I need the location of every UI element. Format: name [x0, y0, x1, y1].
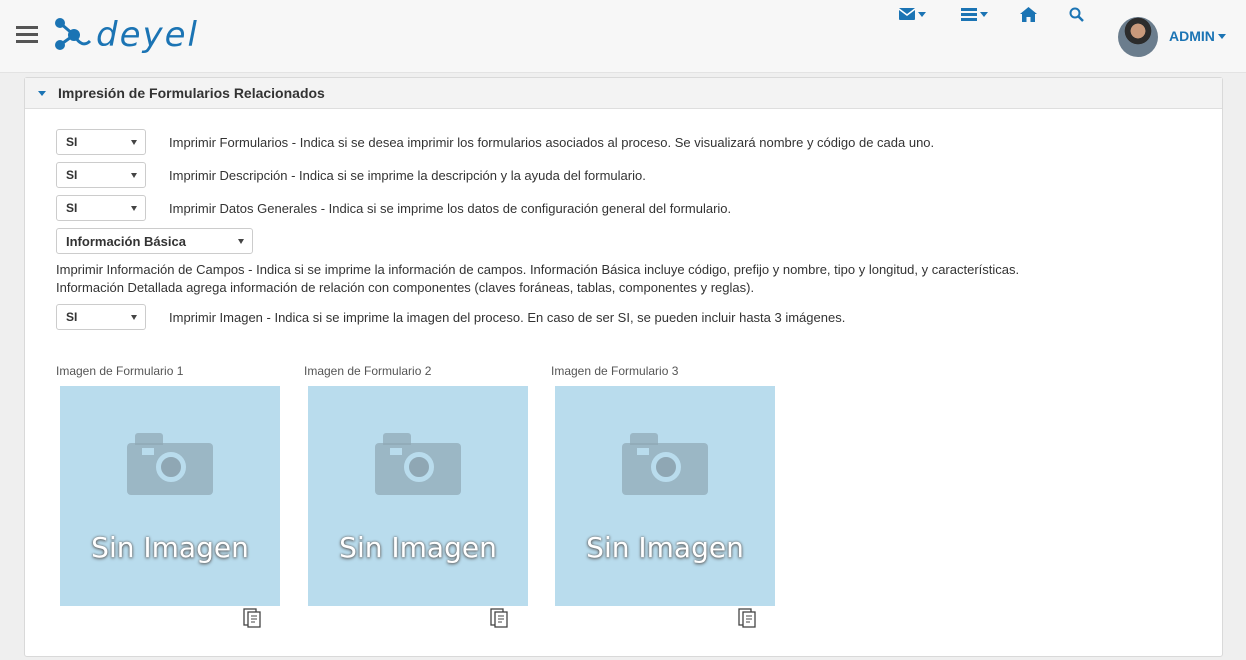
image-upload-3[interactable]: Sin Imagen: [555, 386, 775, 606]
print-fields-select[interactable]: Información Básica: [56, 228, 253, 254]
mail-icon: [899, 8, 915, 20]
print-general-data-select[interactable]: SI: [56, 195, 146, 221]
panel-title: Impresión de Formularios Relacionados: [58, 85, 325, 101]
camera-flash: [142, 448, 154, 455]
attach-icon[interactable]: [736, 607, 758, 629]
camera-flash: [637, 448, 649, 455]
camera-lens: [156, 452, 186, 482]
logo[interactable]: deyel: [52, 12, 199, 58]
list-menu[interactable]: [961, 0, 988, 28]
home-icon: [1020, 6, 1037, 22]
option-row-forms: SI Imprimir Formularios - Indica si se d…: [56, 129, 934, 155]
chevron-down-icon: [980, 11, 988, 17]
print-related-forms-panel: Impresión de Formularios Relacionados SI…: [24, 77, 1223, 657]
home-button[interactable]: [1020, 0, 1037, 28]
attach-icon[interactable]: [488, 607, 510, 629]
menu-icon[interactable]: [16, 26, 38, 44]
search-button[interactable]: [1069, 0, 1084, 28]
user-name: ADMIN: [1169, 28, 1215, 44]
option-row-description: SI Imprimir Descripción - Indica si se i…: [56, 162, 646, 188]
select-value: SI: [66, 168, 78, 182]
image-upload-1[interactable]: Sin Imagen: [60, 386, 280, 606]
camera-flash: [390, 448, 402, 455]
dropdown-arrow-icon: [131, 140, 137, 145]
dropdown-arrow-icon: [131, 206, 137, 211]
collapse-icon: [38, 90, 46, 96]
image-label-1: Imagen de Formulario 1: [56, 364, 184, 378]
chevron-down-icon: [1217, 33, 1226, 39]
select-value: SI: [66, 201, 78, 215]
image-label-2: Imagen de Formulario 2: [304, 364, 432, 378]
no-image-text: Sin Imagen: [586, 531, 744, 564]
search-icon: [1069, 7, 1084, 22]
option-description: Imprimir Descripción - Indica si se impr…: [169, 167, 646, 183]
attach-icon[interactable]: [241, 607, 263, 629]
fields-description-line-2: Información Detallada agrega información…: [56, 280, 755, 295]
top-bar: deyel ADMIN: [0, 0, 1246, 73]
dropdown-arrow-icon: [238, 239, 244, 244]
no-image-text: Sin Imagen: [339, 531, 497, 564]
print-description-select[interactable]: SI: [56, 162, 146, 188]
logo-text: deyel: [96, 15, 199, 55]
list-icon: [961, 7, 977, 21]
no-image-text: Sin Imagen: [91, 531, 249, 564]
image-upload-2[interactable]: Sin Imagen: [308, 386, 528, 606]
image-label-3: Imagen de Formulario 3: [551, 364, 679, 378]
avatar[interactable]: [1118, 17, 1158, 57]
fields-description: Imprimir Información de Campos - Indica …: [56, 261, 1156, 297]
select-value: SI: [66, 135, 78, 149]
camera-lens: [404, 452, 434, 482]
dropdown-arrow-icon: [131, 173, 137, 178]
option-description: Imprimir Datos Generales - Indica si se …: [169, 200, 732, 216]
option-description: Imprimir Imagen - Indica si se imprime l…: [169, 309, 846, 325]
chevron-down-icon: [918, 11, 926, 17]
mail-menu[interactable]: [899, 0, 926, 28]
option-row-fields: Información Básica: [56, 228, 253, 254]
user-menu[interactable]: ADMIN: [1169, 28, 1226, 44]
panel-header[interactable]: Impresión de Formularios Relacionados: [25, 78, 1222, 109]
camera-lens: [651, 452, 681, 482]
logo-mark-icon: [55, 18, 92, 50]
option-row-general-data: SI Imprimir Datos Generales - Indica si …: [56, 195, 731, 221]
print-image-select[interactable]: SI: [56, 304, 146, 330]
dropdown-arrow-icon: [131, 315, 137, 320]
option-row-image: SI Imprimir Imagen - Indica si se imprim…: [56, 304, 845, 330]
option-description: Imprimir Formularios - Indica si se dese…: [169, 134, 935, 150]
select-value: SI: [66, 310, 78, 324]
print-forms-select[interactable]: SI: [56, 129, 146, 155]
fields-description-line-1: Imprimir Información de Campos - Indica …: [56, 262, 1020, 277]
select-value: Información Básica: [66, 233, 186, 249]
